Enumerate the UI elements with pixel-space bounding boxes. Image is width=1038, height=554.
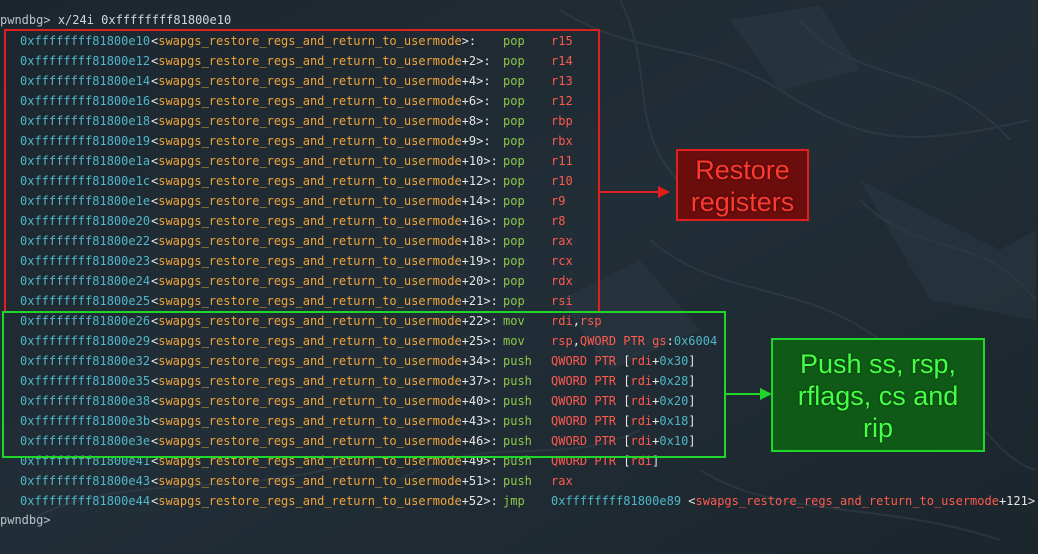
instruction-row: 0xffffffff81800e44 <swapgs_restore_regs_a… bbox=[0, 491, 1038, 511]
instruction-mnemonic: push bbox=[503, 474, 532, 488]
green-arrow bbox=[726, 388, 772, 400]
instruction-operand: 0xffffffff81800e89 <swapgs_restore_regs_… bbox=[551, 494, 1036, 508]
push-callout: Push ss, rsp, rflags, cs and rip bbox=[771, 338, 985, 452]
instruction-row: 0xffffffff81800e43 <swapgs_restore_regs_a… bbox=[0, 471, 1038, 491]
restore-line-1: Restore bbox=[695, 155, 790, 185]
restore-line-2: registers bbox=[690, 187, 795, 217]
restore-registers-box bbox=[4, 29, 600, 313]
push-line-3: rip bbox=[862, 413, 893, 443]
red-arrow bbox=[600, 186, 670, 198]
end-prompt: pwndbg> bbox=[0, 513, 51, 527]
push-line-2: rflags, cs and bbox=[797, 381, 959, 411]
push-line-1: Push ss, rsp, bbox=[799, 349, 957, 379]
command-text: x/24i 0xffffffff81800e10 bbox=[57, 13, 232, 27]
instruction-address: 0xffffffff81800e43 bbox=[20, 474, 151, 488]
instruction-operand: rax bbox=[551, 474, 573, 488]
instruction-address: 0xffffffff81800e44 bbox=[20, 494, 151, 508]
push-frame-box bbox=[2, 311, 726, 458]
instruction-symbol: <swapgs_restore_regs_and_return_to_userm… bbox=[151, 474, 498, 488]
end-prompt-line: pwndbg> bbox=[0, 510, 51, 530]
instruction-mnemonic: jmp bbox=[503, 494, 525, 508]
command-line: pwndbg> x/24i 0xffffffff81800e10 bbox=[0, 10, 231, 30]
prompt: pwndbg> bbox=[0, 13, 51, 27]
restore-registers-callout: Restore registers bbox=[676, 149, 809, 221]
instruction-symbol: <swapgs_restore_regs_and_return_to_userm… bbox=[151, 494, 498, 508]
